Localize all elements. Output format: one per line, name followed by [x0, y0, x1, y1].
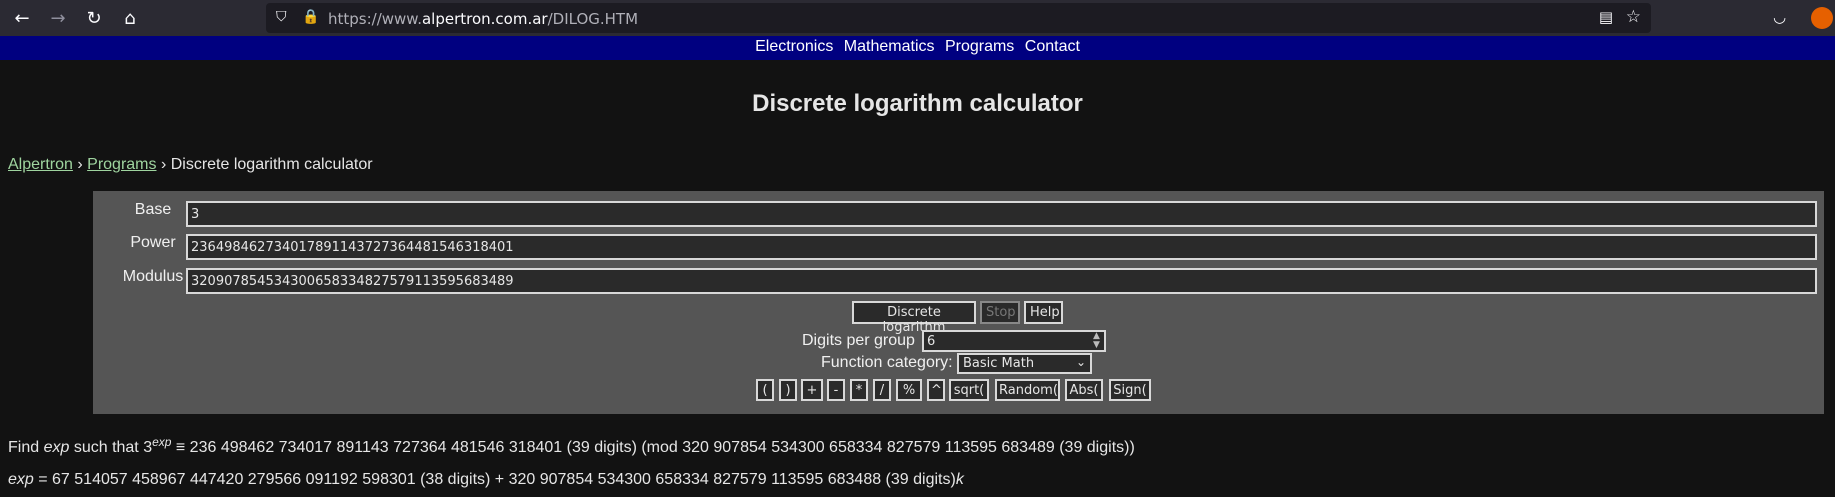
- fn-open-paren-button[interactable]: (: [756, 379, 774, 401]
- result-text: = 67 514057 458967 447420 279566 091192 …: [33, 471, 956, 488]
- lock-icon[interactable]: 🔒: [302, 9, 319, 25]
- fn-plus-button[interactable]: +: [801, 379, 823, 401]
- fn-minus-button[interactable]: -: [827, 379, 845, 401]
- site-nav: Electronics Mathematics Programs Contact: [0, 36, 1835, 60]
- breadcrumb-current: Discrete logarithm calculator: [170, 156, 373, 173]
- result-solution-line: exp = 67 514057 458967 447420 279566 091…: [8, 471, 964, 489]
- url-prefix: https://www.: [328, 10, 422, 28]
- stop-button[interactable]: Stop: [980, 301, 1020, 324]
- shield-icon[interactable]: ⛉: [276, 9, 287, 25]
- page-title: Discrete logarithm calculator: [752, 90, 1083, 117]
- function-category-select[interactable]: Basic Math ⌄: [957, 353, 1092, 374]
- discrete-logarithm-button[interactable]: Discrete logarithm: [852, 301, 976, 335]
- result-text: such that 3: [69, 439, 153, 456]
- function-category-value: Basic Math: [963, 356, 1035, 371]
- reader-view-icon[interactable]: ▤: [1599, 8, 1613, 26]
- base-input[interactable]: 3: [186, 201, 1817, 227]
- browser-toolbar: ← → ↻ ⌂ ⛉ 🔒 https://www.alpertron.com.ar…: [0, 0, 1835, 36]
- result-exp: exp: [8, 471, 34, 488]
- breadcrumb-alpertron[interactable]: Alpertron: [8, 156, 73, 173]
- result-k: k: [955, 471, 964, 488]
- nav-electronics[interactable]: Electronics: [755, 38, 833, 55]
- result-problem-line: Find exp such that 3exp ≡ 236 498462 734…: [8, 435, 1135, 457]
- home-icon[interactable]: ⌂: [114, 2, 146, 34]
- nav-contact[interactable]: Contact: [1025, 38, 1080, 55]
- bookmark-star-icon[interactable]: ☆: [1626, 7, 1641, 27]
- url-text[interactable]: https://www.alpertron.com.ar/DILOG.HTM: [328, 10, 638, 28]
- pocket-icon[interactable]: ◡: [1773, 8, 1793, 28]
- function-category-label: Function category:: [821, 354, 953, 371]
- fn-abs-button[interactable]: Abs(: [1065, 379, 1103, 401]
- url-path: /DILOG.HTM: [547, 10, 639, 28]
- fn-multiply-button[interactable]: *: [850, 379, 868, 401]
- digits-per-group-label: Digits per group: [802, 332, 915, 349]
- fn-close-paren-button[interactable]: ): [779, 379, 797, 401]
- chevron-down-icon: ⌄: [1075, 355, 1086, 369]
- result-exp-superscript: exp: [152, 435, 172, 449]
- modulus-input[interactable]: 320907854534300658334827579113595683489: [186, 268, 1817, 294]
- breadcrumb-separator: ›: [156, 156, 171, 173]
- calculator-panel: Base 3 Power 236498462734017891143727364…: [93, 191, 1824, 414]
- breadcrumb-programs[interactable]: Programs: [87, 156, 156, 173]
- url-host: alpertron.com.ar: [421, 10, 548, 28]
- reload-icon[interactable]: ↻: [78, 2, 110, 34]
- result-text: ≡ 236 498462 734017 891143 727364 481546…: [171, 439, 1135, 456]
- fn-random-button[interactable]: Random(: [995, 379, 1060, 401]
- nav-programs[interactable]: Programs: [945, 38, 1014, 55]
- back-arrow-icon[interactable]: ←: [6, 2, 38, 34]
- help-button[interactable]: Help: [1024, 301, 1063, 324]
- breadcrumb: Alpertron › Programs › Discrete logarith…: [8, 156, 373, 174]
- address-bar[interactable]: ⛉ 🔒 https://www.alpertron.com.ar/DILOG.H…: [266, 3, 1651, 33]
- forward-arrow-icon[interactable]: →: [42, 2, 74, 34]
- fn-modulo-button[interactable]: %: [896, 379, 922, 401]
- power-input[interactable]: 236498462734017891143727364481546318401: [186, 234, 1817, 260]
- fn-sign-button[interactable]: Sign(: [1109, 379, 1151, 401]
- fn-divide-button[interactable]: /: [873, 379, 891, 401]
- digits-per-group-input[interactable]: 6: [922, 330, 1106, 352]
- spinner-arrows-icon[interactable]: ▲ ▼: [1089, 332, 1104, 350]
- nav-mathematics[interactable]: Mathematics: [844, 38, 935, 55]
- breadcrumb-separator: ›: [72, 156, 88, 173]
- fn-power-button[interactable]: ^: [927, 379, 945, 401]
- result-text: Find: [8, 439, 44, 456]
- result-exp: exp: [43, 439, 70, 456]
- extension-icon[interactable]: [1811, 7, 1833, 29]
- fn-sqrt-button[interactable]: sqrt(: [949, 379, 989, 401]
